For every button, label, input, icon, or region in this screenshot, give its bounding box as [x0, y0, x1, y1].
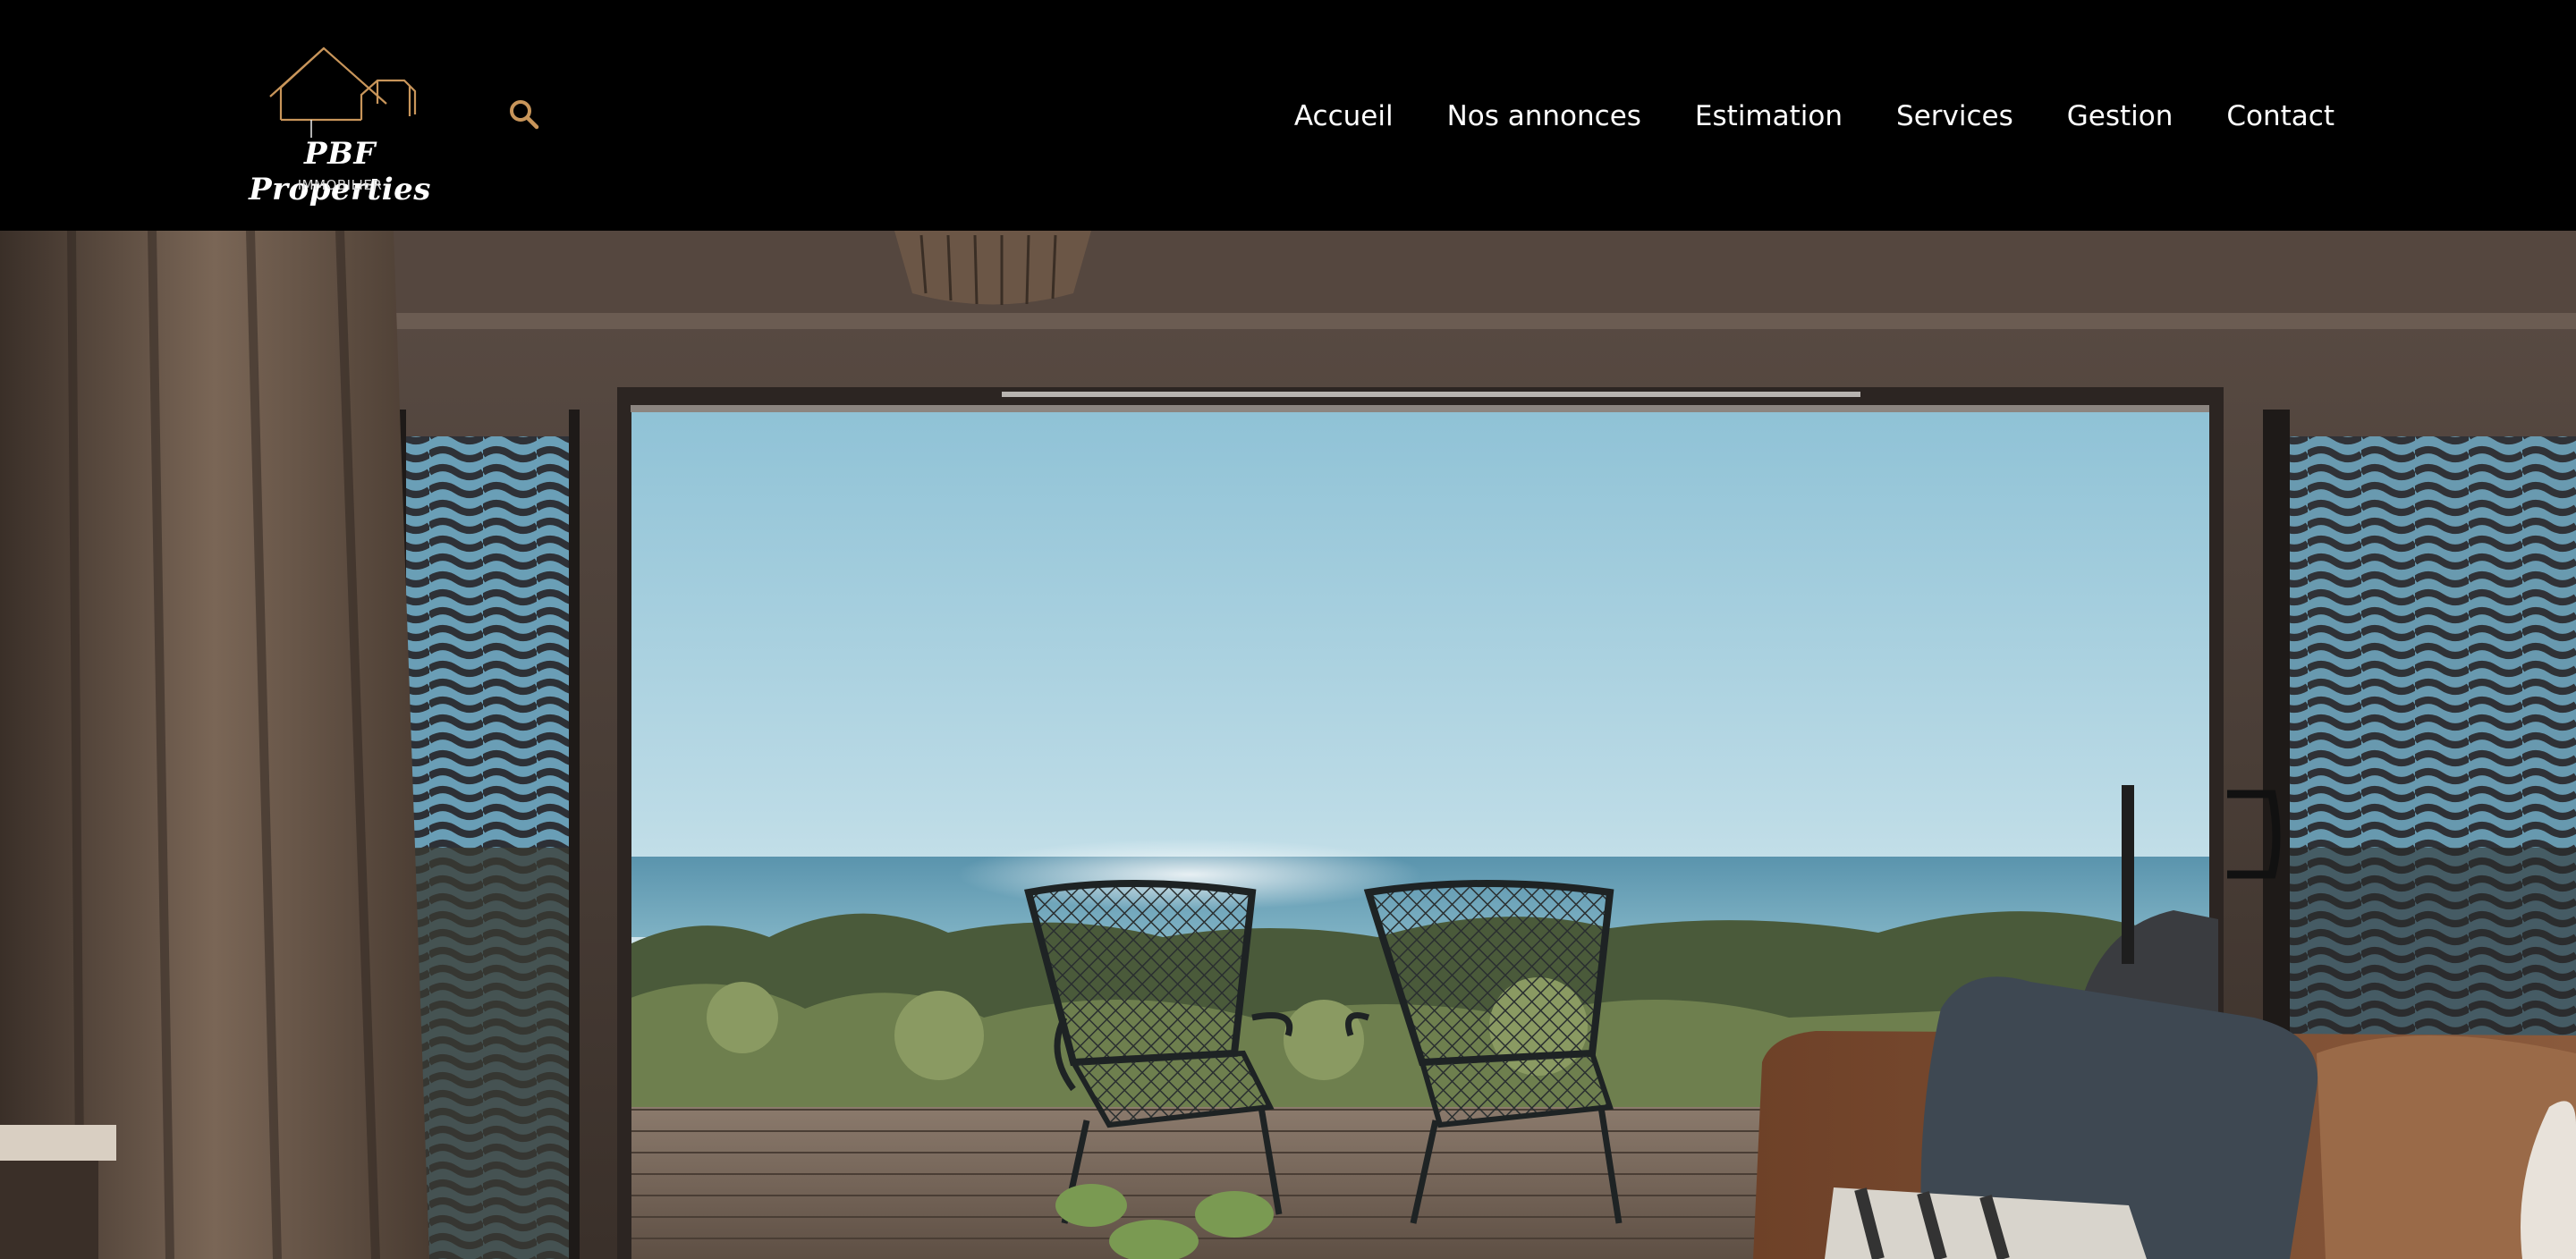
nav-nos-annonces[interactable]: Nos annonces — [1447, 100, 1641, 132]
house-outline-icon — [269, 46, 417, 138]
nav-services[interactable]: Services — [1896, 100, 2013, 132]
nav-contact[interactable]: Contact — [2226, 100, 2334, 132]
site-header: PBF Properties IMMOBILIER Accueil Nos an… — [0, 0, 2576, 231]
nav-accueil[interactable]: Accueil — [1294, 100, 1394, 132]
nav-estimation[interactable]: Estimation — [1695, 100, 1843, 132]
hero-scene-illustration — [0, 231, 2576, 1259]
nav-gestion[interactable]: Gestion — [2067, 100, 2174, 132]
brand-logo[interactable]: PBF Properties IMMOBILIER — [234, 45, 445, 207]
search-icon — [510, 100, 539, 130]
search-button[interactable] — [506, 97, 542, 132]
brand-subtitle: IMMOBILIER — [297, 177, 383, 193]
hero-image — [0, 231, 2576, 1259]
main-nav: Accueil Nos annonces Estimation Services… — [1294, 97, 2334, 136]
brand-name: PBF Properties — [249, 136, 431, 207]
